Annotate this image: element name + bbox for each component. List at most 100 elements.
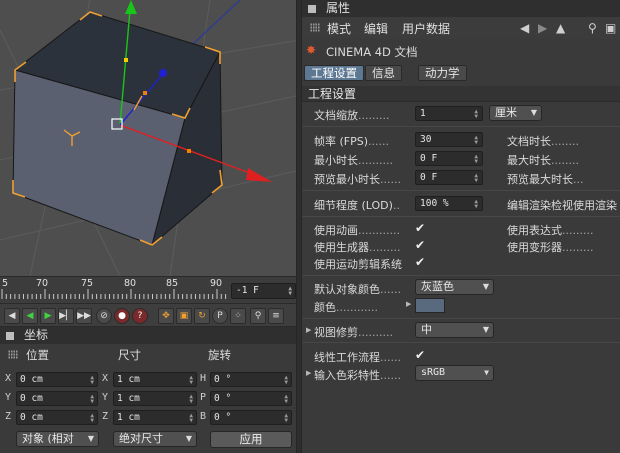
size-mode-value: 绝对尺寸 [119,432,163,445]
point-level-animation-icon[interactable]: ⁘ [230,308,246,324]
max-length-label: 最大时长........ [507,154,579,167]
attributes-panel-title: 属性 [302,0,620,17]
stepper-arrows-icon[interactable]: ▲ ▼ [474,109,478,120]
y-axis-arrow-icon[interactable] [125,0,137,14]
menu-mode[interactable]: 模式 [327,20,351,37]
apply-button[interactable]: 应用 [210,431,292,448]
grip-icon[interactable] [8,350,18,359]
size-y-field[interactable]: 1 cm ▲ ▼ [113,391,197,406]
z-axis-arrow-icon[interactable] [159,69,167,77]
use-expression-label-text: 使用表达式 [507,224,562,237]
stepper-arrows-icon[interactable]: ▲ ▼ [90,413,94,424]
editor-lod-label: 编辑渲染检视使用渲染 [507,199,617,212]
preview-min-field[interactable]: 0 F ▲ ▼ [415,170,483,185]
stepper-arrows-icon[interactable]: ▲ ▼ [474,154,478,165]
fps-field[interactable]: 30 ▲ ▼ [415,132,483,147]
lod-field[interactable]: 100 % ▲ ▼ [415,196,483,211]
stepper-arrows-icon[interactable]: ▲ ▼ [189,413,193,424]
play-forward-icon[interactable]: ▶ [40,308,56,324]
size-x-field[interactable]: 1 cm ▲ ▼ [113,372,197,387]
view-clip-dropdown[interactable]: 中 ▼ [415,322,494,338]
doc-scale-field[interactable]: 1 ▲ ▼ [415,106,483,121]
default-color-value: 灰蓝色 [421,280,454,293]
search-icon[interactable]: ⚲ [588,21,597,35]
x-axis-arrow-icon[interactable] [246,168,272,182]
position-z-field[interactable]: 0 cm ▲ ▼ [16,410,98,425]
panel-square-icon[interactable] [308,5,316,13]
x-size-handle[interactable] [187,149,191,153]
menu-edit[interactable]: 编辑 [364,20,388,37]
timeline-tick-label: 85 [166,278,179,289]
doc-unit-dropdown[interactable]: 厘米 ▼ [489,105,542,121]
rotation-p-field[interactable]: 0 ° ▲ ▼ [210,391,292,406]
stepper-arrows-icon[interactable]: ▲ ▼ [90,375,94,386]
rotation-b-field[interactable]: 0 ° ▲ ▼ [210,410,292,425]
timeline-ruler[interactable] [0,277,228,304]
tab-dynamics[interactable]: 动力学 [418,65,467,81]
grip-icon[interactable] [310,23,320,32]
next-frame-icon[interactable]: ▶▏ [58,308,74,324]
input-color-profile-dropdown[interactable]: sRGB ▼ [415,365,494,381]
stepper-arrows-icon[interactable]: ▲ ▼ [474,199,478,210]
axis-label: X [102,373,109,384]
timeline-menu-icon[interactable]: ≡ [268,308,284,324]
color-swatch[interactable] [415,298,445,313]
coordinate-mode-dropdown[interactable]: 对象 (相对 ▼ [16,431,99,447]
record-parameter-icon[interactable]: P [212,308,228,324]
use-generators-checkbox[interactable]: ✔ [415,239,427,251]
record-position-icon[interactable]: ✥ [158,308,174,324]
go-to-start-icon[interactable]: ◀ [4,308,20,324]
record-scale-icon[interactable]: ▣ [176,308,192,324]
size-z-field[interactable]: 1 cm ▲ ▼ [113,410,197,425]
position-z-value: 0 cm [20,412,43,423]
stepper-arrows-icon[interactable]: ▲ ▼ [189,394,193,405]
up-arrow-icon[interactable]: ▲ [556,21,565,35]
expand-arrow-icon[interactable]: ▶ [406,300,411,308]
preview-min-label: 预览最小时长...... [314,173,401,186]
stepper-arrows-icon[interactable]: ▲ ▼ [284,394,288,405]
expand-arrow-icon[interactable]: ▶ [306,369,311,377]
go-to-end-icon[interactable]: ▶▶ [76,308,92,324]
lock-icon[interactable]: ▣ [605,21,616,35]
menu-userdata[interactable]: 用户数据 [402,20,450,37]
default-color-dropdown[interactable]: 灰蓝色 ▼ [415,279,494,295]
position-y-field[interactable]: 0 cm ▲ ▼ [16,391,98,406]
back-arrow-icon[interactable]: ◀ [520,21,529,35]
timeline[interactable]: 5 70 75 80 85 90 -1 F ▲ ▼ [0,276,300,303]
stepper-arrows-icon[interactable]: ▲ ▼ [284,375,288,386]
stepper-arrows-icon[interactable]: ▲ ▼ [474,135,478,146]
min-length-field[interactable]: 0 F ▲ ▼ [415,151,483,166]
3d-viewport[interactable] [0,0,300,276]
stepper-arrows-icon[interactable]: ▲ ▼ [288,286,292,297]
expand-arrow-icon[interactable]: ▶ [306,326,311,334]
tab-project-settings[interactable]: 工程设置 [304,65,364,81]
record-rotation-icon[interactable]: ↻ [194,308,210,324]
keyframe-selection-icon[interactable]: ? [132,308,148,324]
rotation-h-field[interactable]: 0 ° ▲ ▼ [210,372,292,387]
preview-max-label: 预览最大时长... [507,173,584,186]
lod-label-text: 细节程度 (LOD) [314,199,393,212]
stepper-arrows-icon[interactable]: ▲ ▼ [284,413,288,424]
record-active-icon[interactable]: ⊘ [96,308,112,324]
tab-info[interactable]: 信息 [365,65,402,81]
z-size-handle[interactable] [143,91,147,95]
y-size-handle[interactable] [124,58,128,62]
play-backward-icon[interactable]: ◀ [22,308,38,324]
stepper-arrows-icon[interactable]: ▲ ▼ [90,394,94,405]
panel-square-icon[interactable] [6,332,14,340]
attributes-title: 属性 [326,1,351,15]
forward-arrow-icon[interactable]: ▶ [538,21,547,35]
autokey-record-icon[interactable]: ● [114,308,130,324]
current-frame-field[interactable]: -1 F ▲ ▼ [231,283,296,299]
size-mode-dropdown[interactable]: 绝对尺寸 ▼ [113,431,197,447]
chevron-down-icon: ▼ [484,368,489,377]
axis-label: X [5,373,12,384]
stepper-arrows-icon[interactable]: ▲ ▼ [474,173,478,184]
stepper-arrows-icon[interactable]: ▲ ▼ [189,375,193,386]
use-generators-label: 使用生成器......... [314,241,401,254]
use-animation-checkbox[interactable]: ✔ [415,222,427,234]
use-motion-system-checkbox[interactable]: ✔ [415,256,427,268]
linear-workflow-checkbox[interactable]: ✔ [415,349,427,361]
interpolation-icon[interactable]: ⚲ [250,308,266,324]
position-x-field[interactable]: 0 cm ▲ ▼ [16,372,98,387]
